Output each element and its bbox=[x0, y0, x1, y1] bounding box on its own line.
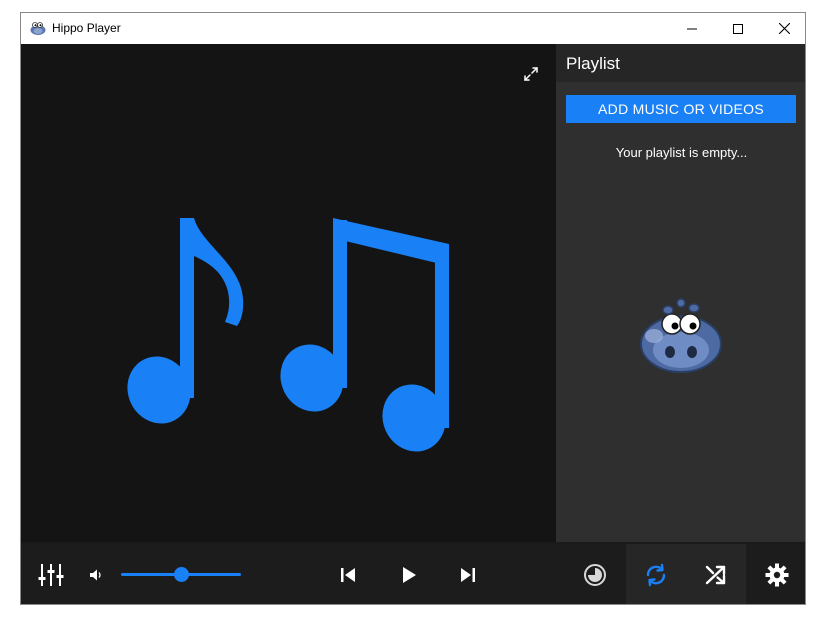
volume-slider-thumb[interactable] bbox=[174, 567, 189, 582]
equalizer-icon bbox=[38, 564, 64, 586]
fullscreen-button[interactable] bbox=[521, 64, 541, 84]
timer-icon bbox=[584, 564, 606, 586]
next-button[interactable] bbox=[451, 560, 485, 590]
skip-next-icon bbox=[461, 568, 475, 582]
minimize-button[interactable] bbox=[669, 13, 715, 44]
window-title: Hippo Player bbox=[52, 21, 121, 35]
empty-playlist-message: Your playlist is empty... bbox=[615, 145, 748, 160]
maximize-button[interactable] bbox=[715, 13, 761, 44]
settings-button[interactable] bbox=[747, 544, 805, 604]
play-icon bbox=[403, 567, 416, 583]
repeat-button[interactable] bbox=[626, 544, 686, 604]
control-bar bbox=[21, 544, 805, 604]
volume-icon bbox=[90, 569, 101, 581]
equalizer-button[interactable] bbox=[33, 558, 69, 592]
shuffle-icon bbox=[705, 565, 726, 585]
playlist-header: Playlist bbox=[556, 44, 805, 82]
timer-button[interactable] bbox=[565, 544, 625, 604]
add-media-button[interactable]: ADD MUSIC OR VIDEOS bbox=[566, 95, 796, 123]
previous-button[interactable] bbox=[331, 560, 365, 590]
skip-previous-icon bbox=[341, 568, 355, 582]
hippo-icon bbox=[29, 20, 47, 36]
maximize-icon bbox=[733, 23, 743, 34]
video-area[interactable] bbox=[21, 44, 556, 542]
expand-icon bbox=[524, 67, 538, 81]
repeat-icon bbox=[646, 563, 666, 587]
close-icon bbox=[778, 23, 790, 34]
playlist-panel: Playlist ADD MUSIC OR VIDEOS Your playli… bbox=[556, 44, 805, 542]
close-button[interactable] bbox=[761, 13, 805, 44]
volume-button[interactable] bbox=[87, 566, 105, 584]
playlist-title: Playlist bbox=[566, 54, 620, 73]
settings-icon bbox=[765, 563, 789, 587]
music-notes-icon bbox=[127, 218, 449, 452]
shuffle-button[interactable] bbox=[686, 544, 746, 604]
title-bar[interactable]: Hippo Player bbox=[21, 13, 805, 44]
volume-slider[interactable] bbox=[121, 567, 241, 582]
hippo-mascot bbox=[640, 298, 722, 373]
minimize-icon bbox=[687, 28, 697, 29]
play-button[interactable] bbox=[392, 560, 426, 590]
app-window: Hippo Player Playlist ADD MUSIC OR VIDEO… bbox=[20, 12, 806, 605]
